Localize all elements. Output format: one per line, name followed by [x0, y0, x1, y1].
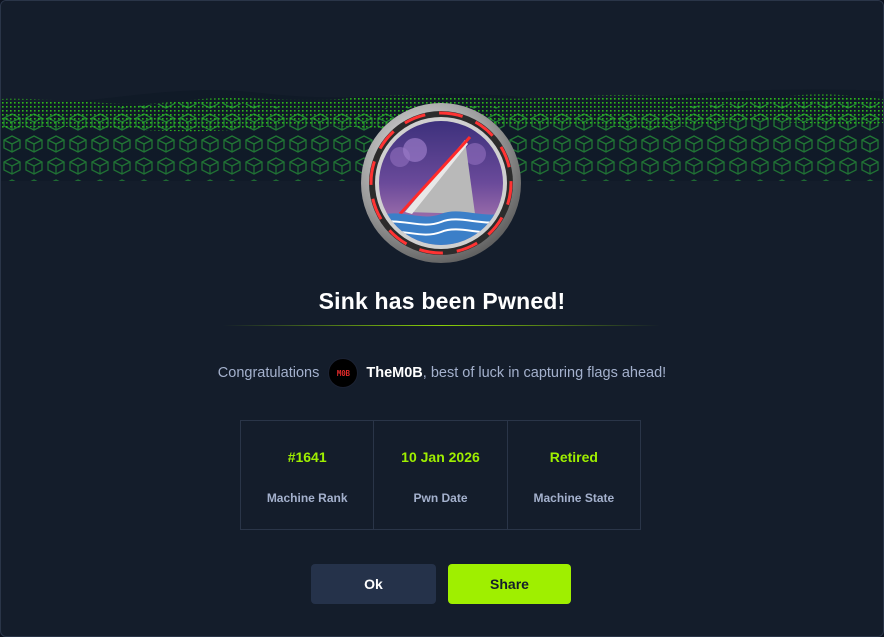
stats-table: #1641 Machine Rank 10 Jan 2026 Pwn Date … [240, 420, 641, 530]
congratulations-message: Congratulations M0B TheM0B , best of luc… [1, 358, 883, 388]
share-button[interactable]: Share [448, 564, 571, 604]
congrats-suffix: , best of luck in capturing flags ahead! [422, 365, 667, 381]
username-link[interactable]: TheM0B [366, 365, 422, 381]
pwned-modal: Sink has been Pwned! Congratulations M0B… [0, 0, 884, 637]
stat-label: Pwn Date [413, 491, 468, 505]
machine-avatar [361, 103, 521, 263]
stat-value: Retired [549, 449, 598, 465]
title-divider [223, 325, 660, 326]
stat-label: Machine Rank [266, 491, 348, 505]
stat-machine-state: Retired Machine State [508, 421, 640, 529]
stat-value: #1641 [287, 449, 327, 465]
user-avatar[interactable]: M0B [328, 358, 359, 388]
stat-machine-rank: #1641 Machine Rank [241, 421, 375, 529]
ok-button[interactable]: Ok [311, 564, 436, 604]
user-avatar-text: M0B [336, 368, 350, 378]
page-title: Sink has been Pwned! [318, 288, 566, 314]
stat-label: Machine State [533, 491, 615, 505]
stat-value: 10 Jan 2026 [401, 449, 480, 465]
congrats-prefix: Congratulations [217, 365, 320, 381]
stat-pwn-date: 10 Jan 2026 Pwn Date [374, 421, 508, 529]
